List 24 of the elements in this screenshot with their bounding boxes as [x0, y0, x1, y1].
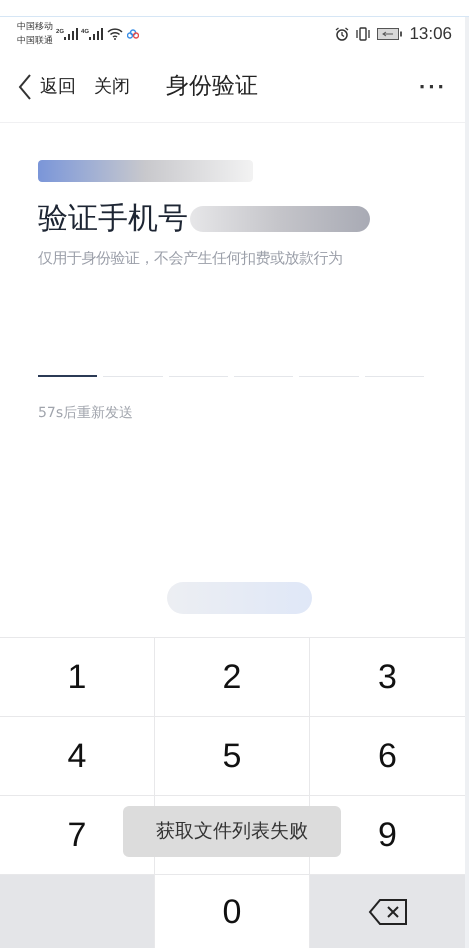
back-button[interactable]: 返回	[18, 73, 76, 100]
status-time: 13:06	[409, 23, 452, 46]
cloud-icon	[127, 29, 140, 39]
key-button[interactable]: 4	[0, 717, 155, 796]
vibrate-icon	[355, 27, 372, 41]
back-chevron-icon	[18, 74, 32, 100]
toast-message: 获取文件列表失败	[123, 806, 341, 857]
resend-countdown: 57s后重新发送	[38, 404, 134, 422]
carrier-name: 中国移动	[17, 20, 53, 34]
page-title: 身份验证	[166, 72, 258, 102]
key-button[interactable]: 5	[155, 717, 310, 796]
signal-icon	[89, 28, 104, 40]
key-button[interactable]: 1	[0, 638, 155, 717]
close-button[interactable]: 关闭	[94, 73, 130, 100]
heading: 验证手机号	[38, 200, 188, 238]
key-button[interactable]: 2	[155, 638, 310, 717]
alarm-icon	[335, 27, 350, 41]
signal-icon	[64, 28, 78, 40]
backspace-button[interactable]	[368, 898, 408, 926]
battery-icon	[377, 28, 404, 40]
carrier-name: 中国联通	[17, 34, 53, 48]
wifi-icon	[107, 28, 124, 40]
more-button[interactable]: ···	[419, 70, 447, 103]
subtitle: 仅用于身份验证，不会产生任何扣费或放款行为	[38, 248, 344, 269]
